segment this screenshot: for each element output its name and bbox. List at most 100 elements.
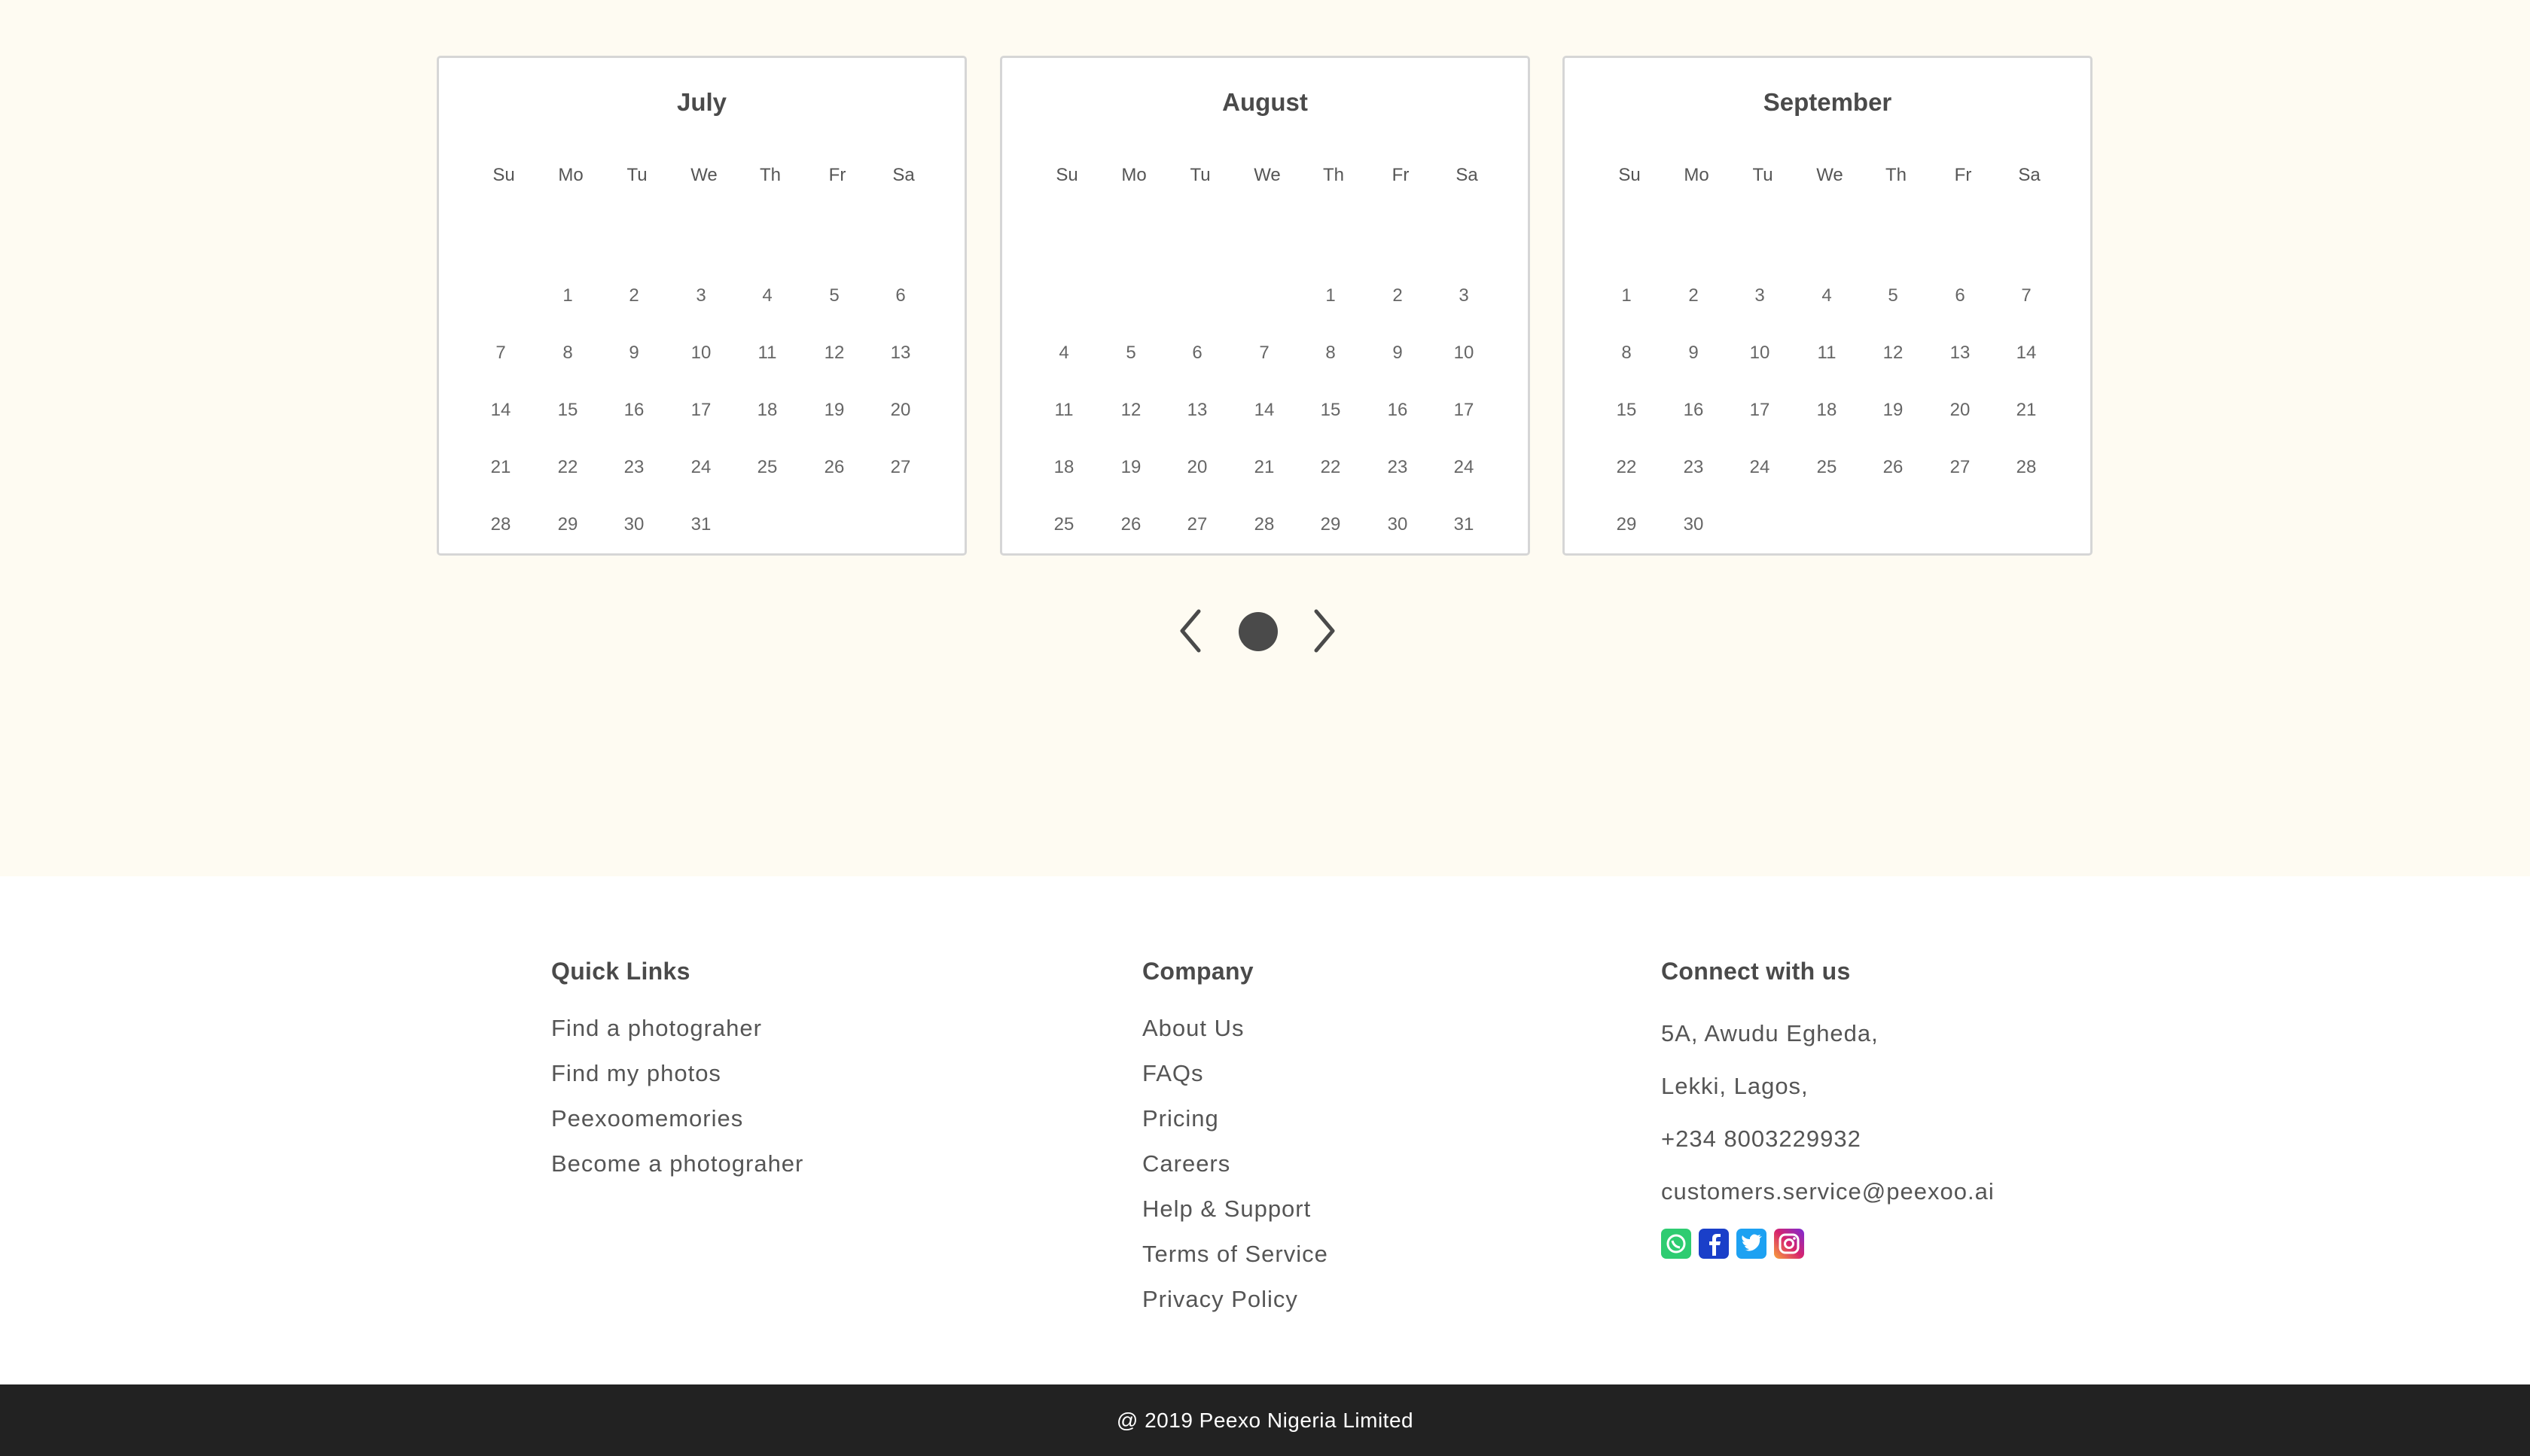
calendar-day[interactable]: 24 xyxy=(1730,457,1790,478)
calendar-day[interactable]: 14 xyxy=(1996,343,2056,364)
calendar-day[interactable]: 13 xyxy=(1167,400,1227,421)
calendar-day[interactable]: 22 xyxy=(1596,457,1657,478)
calendar-day[interactable]: 29 xyxy=(1300,514,1361,535)
footer-link-find-photographer[interactable]: Find a photograher xyxy=(551,1006,803,1051)
calendar-day[interactable]: 7 xyxy=(471,343,531,364)
calendar-day[interactable]: 4 xyxy=(737,285,797,306)
calendar-day[interactable]: 18 xyxy=(1034,457,1094,478)
whatsapp-icon[interactable] xyxy=(1661,1229,1691,1259)
calendar-day[interactable]: 2 xyxy=(1367,285,1428,306)
calendar-day[interactable]: 16 xyxy=(1367,400,1428,421)
calendar-day[interactable]: 8 xyxy=(538,343,598,364)
calendar-day[interactable]: 9 xyxy=(604,343,664,364)
calendar-day[interactable]: 7 xyxy=(1996,285,2056,306)
calendar-day[interactable]: 22 xyxy=(1300,457,1361,478)
calendar-day[interactable]: 18 xyxy=(737,400,797,421)
calendar-day[interactable]: 5 xyxy=(1863,285,1923,306)
calendar-day[interactable]: 29 xyxy=(1596,514,1657,535)
footer-link-terms[interactable]: Terms of Service xyxy=(1142,1232,1328,1277)
calendar-day[interactable]: 9 xyxy=(1367,343,1428,364)
calendar-day[interactable]: 1 xyxy=(1300,285,1361,306)
calendar-day[interactable]: 16 xyxy=(1663,400,1724,421)
calendar-day[interactable]: 24 xyxy=(671,457,731,478)
footer-link-pricing[interactable]: Pricing xyxy=(1142,1096,1328,1141)
next-month-button[interactable] xyxy=(1309,608,1339,653)
facebook-icon[interactable] xyxy=(1699,1229,1729,1259)
calendar-day[interactable]: 14 xyxy=(1234,400,1294,421)
calendar-day[interactable]: 6 xyxy=(870,285,931,306)
calendar-day[interactable]: 15 xyxy=(538,400,598,421)
calendar-day[interactable]: 20 xyxy=(870,400,931,421)
calendar-day[interactable]: 3 xyxy=(671,285,731,306)
calendar-day[interactable]: 21 xyxy=(1996,400,2056,421)
calendar-day[interactable]: 30 xyxy=(1367,514,1428,535)
calendar-day[interactable]: 19 xyxy=(1101,457,1161,478)
calendar-day[interactable]: 21 xyxy=(1234,457,1294,478)
calendar-day[interactable]: 15 xyxy=(1596,400,1657,421)
calendar-day[interactable]: 19 xyxy=(1863,400,1923,421)
calendar-day[interactable]: 19 xyxy=(804,400,864,421)
calendar-day[interactable]: 4 xyxy=(1797,285,1857,306)
calendar-day[interactable]: 17 xyxy=(1730,400,1790,421)
calendar-day[interactable]: 17 xyxy=(1434,400,1494,421)
calendar-day[interactable]: 6 xyxy=(1167,343,1227,364)
calendar-day[interactable]: 25 xyxy=(737,457,797,478)
calendar-day[interactable]: 9 xyxy=(1663,343,1724,364)
email-address[interactable]: customers.service@peexoo.ai xyxy=(1661,1165,1995,1218)
calendar-day[interactable]: 8 xyxy=(1596,343,1657,364)
calendar-day[interactable]: 10 xyxy=(1434,343,1494,364)
calendar-day[interactable]: 21 xyxy=(471,457,531,478)
calendar-day[interactable]: 4 xyxy=(1034,343,1094,364)
calendar-day[interactable]: 22 xyxy=(538,457,598,478)
calendar-day[interactable]: 20 xyxy=(1167,457,1227,478)
calendar-day[interactable]: 15 xyxy=(1300,400,1361,421)
calendar-day[interactable]: 28 xyxy=(471,514,531,535)
calendar-day[interactable]: 27 xyxy=(870,457,931,478)
calendar-day[interactable]: 7 xyxy=(1234,343,1294,364)
calendar-day[interactable]: 5 xyxy=(804,285,864,306)
calendar-day[interactable]: 23 xyxy=(1663,457,1724,478)
footer-link-faqs[interactable]: FAQs xyxy=(1142,1051,1328,1096)
calendar-day[interactable]: 10 xyxy=(671,343,731,364)
calendar-day[interactable]: 26 xyxy=(804,457,864,478)
twitter-icon[interactable] xyxy=(1736,1229,1766,1259)
calendar-day[interactable]: 17 xyxy=(671,400,731,421)
calendar-day[interactable]: 28 xyxy=(1996,457,2056,478)
calendar-day[interactable]: 12 xyxy=(804,343,864,364)
calendar-day[interactable]: 26 xyxy=(1101,514,1161,535)
calendar-day[interactable]: 18 xyxy=(1797,400,1857,421)
calendar-day[interactable]: 5 xyxy=(1101,343,1161,364)
footer-link-careers[interactable]: Careers xyxy=(1142,1141,1328,1186)
calendar-day[interactable]: 3 xyxy=(1434,285,1494,306)
calendar-day[interactable]: 1 xyxy=(538,285,598,306)
calendar-day[interactable]: 23 xyxy=(1367,457,1428,478)
calendar-day[interactable]: 8 xyxy=(1300,343,1361,364)
calendar-day[interactable]: 2 xyxy=(604,285,664,306)
calendar-day[interactable]: 30 xyxy=(1663,514,1724,535)
calendar-day[interactable]: 11 xyxy=(1797,343,1857,364)
footer-link-about-us[interactable]: About Us xyxy=(1142,1006,1328,1051)
calendar-day[interactable]: 31 xyxy=(1434,514,1494,535)
footer-link-privacy[interactable]: Privacy Policy xyxy=(1142,1277,1328,1322)
calendar-day[interactable]: 28 xyxy=(1234,514,1294,535)
footer-link-become-photographer[interactable]: Become a photograher xyxy=(551,1141,803,1186)
calendar-day[interactable]: 25 xyxy=(1797,457,1857,478)
calendar-day[interactable]: 30 xyxy=(604,514,664,535)
calendar-day[interactable]: 1 xyxy=(1596,285,1657,306)
calendar-day[interactable]: 25 xyxy=(1034,514,1094,535)
calendar-day[interactable]: 16 xyxy=(604,400,664,421)
calendar-day[interactable]: 2 xyxy=(1663,285,1724,306)
calendar-day[interactable]: 13 xyxy=(1930,343,1990,364)
calendar-day[interactable]: 20 xyxy=(1930,400,1990,421)
calendar-day[interactable]: 29 xyxy=(538,514,598,535)
calendar-day[interactable]: 6 xyxy=(1930,285,1990,306)
calendar-day[interactable]: 11 xyxy=(1034,400,1094,421)
footer-link-peexoomemories[interactable]: Peexoomemories xyxy=(551,1096,803,1141)
calendar-day[interactable]: 11 xyxy=(737,343,797,364)
calendar-day[interactable]: 31 xyxy=(671,514,731,535)
prev-month-button[interactable] xyxy=(1176,608,1206,653)
footer-link-find-my-photos[interactable]: Find my photos xyxy=(551,1051,803,1096)
carousel-indicator-dot[interactable] xyxy=(1239,612,1278,651)
calendar-day[interactable]: 14 xyxy=(471,400,531,421)
calendar-day[interactable]: 23 xyxy=(604,457,664,478)
